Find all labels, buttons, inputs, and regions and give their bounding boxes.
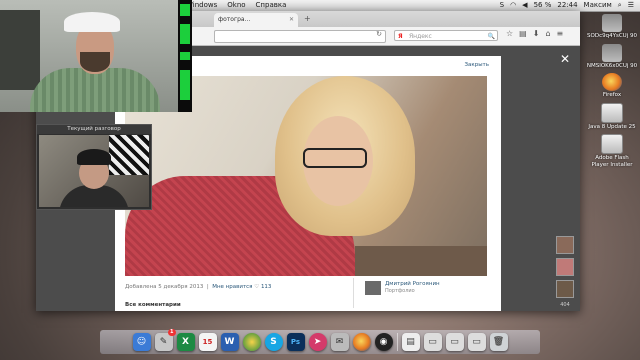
system-prefs-icon[interactable]: ✎ 1 [154,329,176,351]
word-icon[interactable]: W [220,333,239,351]
author-name[interactable]: Дмитрий Рогоянин [385,281,440,288]
preview-icon[interactable]: ✉ [330,333,349,351]
comments-title[interactable]: Все комментарии [125,302,181,308]
photo-meta: Добавлена 5 декабря 2013 | Мне нравится … [125,284,272,290]
thumbnail[interactable] [556,236,574,254]
battery-status[interactable]: 56 % [534,0,552,11]
thumbnail[interactable] [556,280,574,298]
window-thumbnail-icon[interactable]: ▭ [445,333,464,351]
excel-icon[interactable]: X [176,333,195,351]
menu-icon[interactable]: ≡ [557,29,564,38]
notification-center-icon[interactable]: ☰ [628,0,634,11]
url-input[interactable]: ↻ [214,30,386,43]
window-thumbnail-icon[interactable]: ▭ [467,333,486,351]
call-video[interactable] [39,135,149,207]
heart-icon: ♡ [254,284,260,290]
yandex-logo-icon: Я [398,33,403,40]
close-link[interactable]: Закрыть [465,62,490,68]
current-call-panel[interactable]: Текущий разговор [36,124,152,210]
calendar-icon[interactable]: 15 [198,333,217,351]
menu-help[interactable]: Справка [256,0,287,11]
star-icon[interactable]: ☆ [506,29,513,38]
app-icon[interactable]: ➤ [308,333,327,351]
chrome-icon[interactable] [242,333,261,351]
dock-separator [396,333,398,351]
tab-title: фотогра... [218,16,251,23]
image-file-icon [602,14,622,32]
album-name[interactable]: Портфолио [385,288,440,294]
skype-icon[interactable]: S [500,0,504,11]
disk-image-icon [601,102,623,123]
reader-icon[interactable]: ▤ [519,29,527,38]
photo-added-date: Добавлена 5 декабря 2013 [125,284,204,290]
webcam-main-video[interactable] [0,0,178,112]
thumbnail[interactable] [556,258,574,276]
refresh-icon[interactable]: ↻ [376,30,382,38]
dock: ☺ ✎ 1 X 15 W S Ps ➤ ✉ ◉ ▤ ▭ ▭ ▭ 🗑 [100,329,540,354]
wifi-icon[interactable]: ◠ [510,0,516,11]
current-call-title: Текущий разговор [37,125,151,134]
overlay-close-icon[interactable]: ✕ [560,52,570,66]
window-thumbnail-icon[interactable]: ▭ [423,333,442,351]
document-icon[interactable]: ▤ [401,333,420,351]
thumbnail-strip: 404 [556,236,574,308]
image-file-icon [602,43,622,62]
desktop-icon-firefox[interactable]: Firefox [586,73,638,99]
tab-close-icon[interactable]: ✕ [289,13,294,27]
likes-count[interactable]: 113 [261,284,272,290]
menu-okno[interactable]: Okno [227,0,245,11]
desktop-icons: SODc9q4YsCUj 90 NMSIOK6x0CUj 90 Firefox … [586,14,638,168]
avatar[interactable] [365,281,381,295]
finder-icon[interactable]: ☺ [132,333,151,351]
user-name[interactable]: Максим [584,0,612,11]
like-link[interactable]: Мне нравится [212,284,252,290]
download-icon[interactable]: ⬇ [533,29,540,38]
obs-icon[interactable]: ◉ [374,333,393,351]
clock[interactable]: 22:44 [557,0,577,11]
firefox-dock-icon[interactable] [352,333,371,351]
skype-dock-icon[interactable]: S [264,333,283,351]
desktop-icon-photo2[interactable]: NMSIOK6x0CUj 90 [586,43,638,70]
activity-strip [178,0,192,112]
photoshop-icon[interactable]: Ps [286,333,305,351]
search-go-icon[interactable]: 🔍 [488,31,495,42]
disk-image-icon [601,134,623,154]
desktop-icon-flash[interactable]: Adobe Flash Player Installer [586,134,638,168]
trash-icon[interactable]: 🗑 [489,333,508,351]
home-icon[interactable]: ⌂ [545,29,550,38]
firefox-icon [602,73,622,91]
search-input[interactable]: Я Яндекс 🔍 [394,30,498,41]
author-block[interactable]: Дмитрий Рогоянин Портфолио [365,281,440,295]
new-tab-icon[interactable]: + [304,14,311,23]
divider [353,278,354,308]
spotlight-icon[interactable]: ⌕ [618,0,622,11]
thumbnail-count: 404 [560,302,570,308]
search-placeholder: Яндекс [409,33,432,40]
volume-icon[interactable]: ◀ [522,0,527,11]
desktop-icon-java[interactable]: Java 8 Update 25 [586,102,638,131]
dock-badge: 1 [168,329,176,336]
tab-active[interactable]: фотогра... ✕ [214,13,298,27]
desktop-icon-photo1[interactable]: SODc9q4YsCUj 90 [586,14,638,40]
